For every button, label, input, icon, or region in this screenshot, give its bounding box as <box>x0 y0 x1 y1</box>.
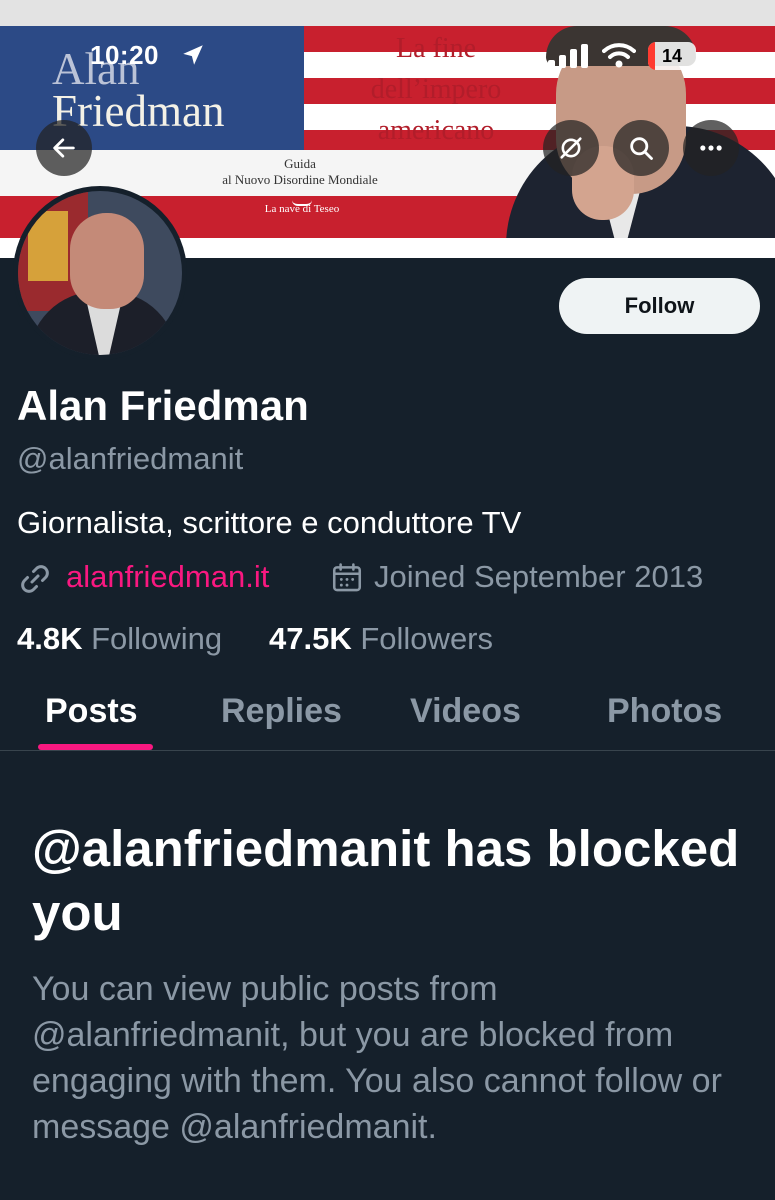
calendar-icon <box>332 563 362 592</box>
banner-book-subtitle: Guida al Nuovo Disordine Mondiale <box>180 156 420 188</box>
blocked-description: You can view public posts from @alanfrie… <box>32 970 722 1146</box>
link-icon <box>21 565 49 593</box>
banner-publisher: La nave di Teseo <box>264 203 340 215</box>
avatar[interactable] <box>13 186 187 360</box>
cellular-signal-icon <box>548 44 588 68</box>
tab-photos[interactable]: Photos <box>607 692 722 731</box>
banner-subtitle-line: Guida <box>284 156 316 171</box>
followers-stat[interactable]: 47.5K Followers <box>269 621 493 657</box>
location-arrow-icon <box>183 45 203 65</box>
battery-indicator: 14 <box>648 42 696 70</box>
banner-book-author: Alan Friedman <box>52 44 272 134</box>
banner-subtitle-line: al Nuovo Disordine Mondiale <box>222 172 378 187</box>
following-stat[interactable]: 4.8K Following <box>17 621 222 657</box>
battery-level: 14 <box>661 46 683 66</box>
status-time: 10:20 <box>90 40 159 70</box>
profile-tabs: Posts Replies Videos Photos <box>0 686 775 751</box>
display-name: Alan Friedman <box>17 382 309 429</box>
more-button[interactable] <box>683 120 739 176</box>
tab-replies[interactable]: Replies <box>221 692 342 731</box>
wifi-icon <box>602 43 636 68</box>
avatar-bg <box>28 211 68 281</box>
back-arrow-icon <box>53 138 75 158</box>
tab-videos[interactable]: Videos <box>410 692 521 731</box>
following-count: 4.8K <box>17 621 83 656</box>
battery-low-fill <box>648 42 655 70</box>
following-label: Following <box>91 621 223 656</box>
more-icon <box>700 145 722 151</box>
tab-posts[interactable]: Posts <box>45 692 138 731</box>
banner-author-first: Alan <box>52 44 140 94</box>
back-button[interactable] <box>36 120 92 176</box>
avatar-photo <box>18 191 182 355</box>
followers-count: 47.5K <box>269 621 352 656</box>
profile-handle: @alanfriedmanit <box>17 441 244 476</box>
follow-button[interactable]: Follow <box>559 278 760 334</box>
search-icon <box>630 137 653 160</box>
grok-icon <box>560 137 582 159</box>
followers-label: Followers <box>360 621 494 656</box>
profile-joined-date: Joined September 2013 <box>374 559 704 594</box>
avatar-head <box>70 213 144 309</box>
grok-button[interactable] <box>543 120 599 176</box>
blocked-title: @alanfriedmanit has blocked you <box>32 820 740 941</box>
active-tab-indicator <box>38 744 153 750</box>
profile-website-link[interactable]: alanfriedman.it <box>66 559 269 595</box>
search-button[interactable] <box>613 120 669 176</box>
banner-top-band <box>0 0 775 26</box>
profile-bio: Giornalista, scrittore e conduttore TV <box>17 505 522 540</box>
